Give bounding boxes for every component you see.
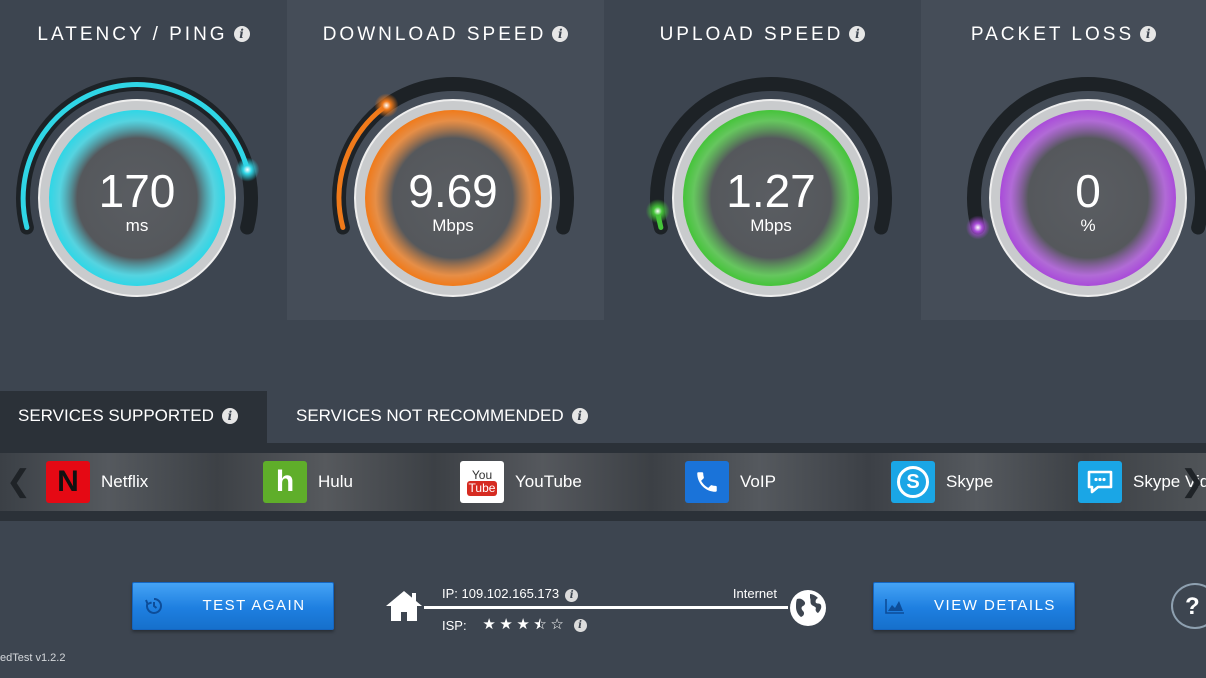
tab-services-not-recommended[interactable]: SERVICES NOT RECOMMENDED i — [278, 391, 588, 443]
download-title: DOWNLOAD SPEED i — [287, 24, 604, 46]
download-value: 9.69 — [408, 165, 498, 217]
video-chat-glyph — [1087, 470, 1113, 494]
upload-panel: UPLOAD SPEED i 1.27 Mbps — [604, 0, 921, 320]
youtube-icon: You Tube — [460, 461, 504, 503]
packet-loss-panel: PACKET LOSS i 0 % — [921, 0, 1206, 320]
download-panel: DOWNLOAD SPEED i 9.69 Mbps — [287, 0, 604, 320]
latency-value: 170 — [98, 165, 176, 217]
hulu-icon-letter: h — [275, 465, 295, 498]
tab-label: SERVICES SUPPORTED — [18, 406, 214, 425]
history-glyph — [145, 598, 162, 614]
download-title-text: DOWNLOAD SPEED — [322, 24, 547, 45]
service-hulu: h Hulu — [263, 458, 353, 506]
upload-readout: 1.27 Mbps — [643, 165, 899, 235]
packet-loss-readout: 0 % — [960, 165, 1206, 235]
tab-services-supported[interactable]: SERVICES SUPPORTED i — [0, 391, 267, 443]
info-icon[interactable]: i — [1140, 26, 1157, 42]
service-label: Netflix — [101, 472, 149, 491]
info-icon[interactable]: i — [565, 589, 579, 602]
service-skype: S Skype — [891, 458, 993, 506]
info-icon[interactable]: i — [221, 408, 238, 424]
star-half-icon: ☆★ — [533, 616, 547, 633]
service-label: VoIP — [740, 472, 776, 491]
connection-line — [424, 606, 788, 609]
history-icon — [133, 583, 175, 629]
isp-rating-row: ISP: ★★★☆★☆ i — [442, 617, 587, 633]
view-details-button[interactable]: VIEW DETAILS — [873, 582, 1075, 630]
carousel-prev-arrow[interactable]: ❮ — [6, 467, 31, 497]
youtube-icon-text-top: You — [471, 467, 493, 482]
service-label: YouTube — [515, 472, 582, 491]
phone-glyph — [697, 472, 717, 492]
skype-icon-ring: S — [897, 466, 929, 498]
latency-title: LATENCY / PING i — [0, 24, 287, 46]
packet-loss-value: 0 — [1075, 165, 1101, 217]
view-details-label: VIEW DETAILS — [934, 597, 1056, 614]
packet-loss-title-text: PACKET LOSS — [970, 24, 1135, 45]
skype-icon: S — [891, 461, 935, 503]
latency-panel: LATENCY / PING i 170 ms — [0, 0, 287, 320]
service-label: Skype — [946, 472, 994, 491]
upload-value: 1.27 — [726, 165, 816, 217]
carousel-next-arrow[interactable]: ❯ — [1180, 467, 1205, 497]
info-icon[interactable]: i — [552, 26, 569, 42]
download-indicator-dot — [374, 93, 399, 118]
isp-rating-stars: ★★★☆★☆ — [481, 617, 566, 633]
gauge-row: LATENCY / PING i 170 ms DOWNLOAD SPEED i 9… — [0, 0, 1206, 320]
skype-icon-letter: S — [906, 470, 920, 493]
star-full-icon: ★ — [499, 616, 513, 633]
netflix-icon: N — [46, 461, 90, 503]
isp-label: ISP: — [442, 617, 467, 633]
services-tabs: SERVICES SUPPORTED i SERVICES NOT RECOMME… — [0, 391, 1206, 443]
latency-readout: 170 ms — [9, 165, 265, 235]
chart-icon — [874, 583, 916, 629]
download-readout: 9.69 Mbps — [325, 165, 581, 235]
service-netflix: N Netflix — [46, 458, 148, 506]
help-label: ? — [1185, 593, 1200, 620]
phone-icon — [685, 461, 729, 503]
test-again-label: TEST AGAIN — [202, 597, 306, 614]
info-icon[interactable]: i — [233, 26, 250, 42]
download-unit: Mbps — [432, 216, 474, 235]
test-again-button[interactable]: TEST AGAIN — [132, 582, 334, 630]
star-full-icon: ★ — [516, 616, 530, 633]
tab-label: SERVICES NOT RECOMMENDED — [296, 406, 564, 425]
service-label: Hulu — [318, 472, 353, 491]
youtube-icon-text-bottom: Tube — [466, 480, 498, 496]
home-icon — [386, 591, 422, 621]
video-chat-icon — [1078, 461, 1122, 503]
globe-icon — [790, 590, 826, 626]
latency-unit: ms — [125, 216, 149, 235]
ip-address: IP: 109.102.165.173 i — [442, 586, 579, 602]
netflix-icon-letter: N — [57, 465, 79, 498]
internet-label: Internet — [732, 586, 777, 601]
services-list: ❮ N Netflix h Hulu You Tube YouTube VoIP… — [0, 453, 1206, 511]
chart-glyph — [885, 599, 904, 614]
upload-unit: Mbps — [750, 216, 792, 235]
app-version: edTest v1.2.2 — [0, 652, 66, 664]
latency-title-text: LATENCY / PING — [37, 24, 228, 45]
info-icon[interactable]: i — [571, 408, 588, 424]
info-icon[interactable]: i — [573, 618, 587, 632]
hulu-icon: h — [263, 461, 307, 503]
star-empty-icon: ☆ — [550, 616, 564, 633]
info-icon[interactable]: i — [849, 26, 866, 42]
upload-title-text: UPLOAD SPEED — [659, 24, 844, 45]
packet-loss-unit: % — [1080, 216, 1096, 235]
service-youtube: You Tube YouTube — [460, 458, 582, 506]
connection-info: IP: 109.102.165.173i Internet ISP: ★★★☆★… — [384, 580, 830, 640]
help-button[interactable]: ? — [1171, 583, 1206, 629]
ip-address-text: IP: 109.102.165.173 — [442, 586, 560, 601]
packet-loss-title: PACKET LOSS i — [921, 24, 1206, 46]
service-voip: VoIP — [685, 458, 776, 506]
services-carousel: ❮ N Netflix h Hulu You Tube YouTube VoIP… — [0, 443, 1206, 521]
upload-title: UPLOAD SPEED i — [604, 24, 921, 46]
star-full-icon: ★ — [482, 616, 496, 633]
